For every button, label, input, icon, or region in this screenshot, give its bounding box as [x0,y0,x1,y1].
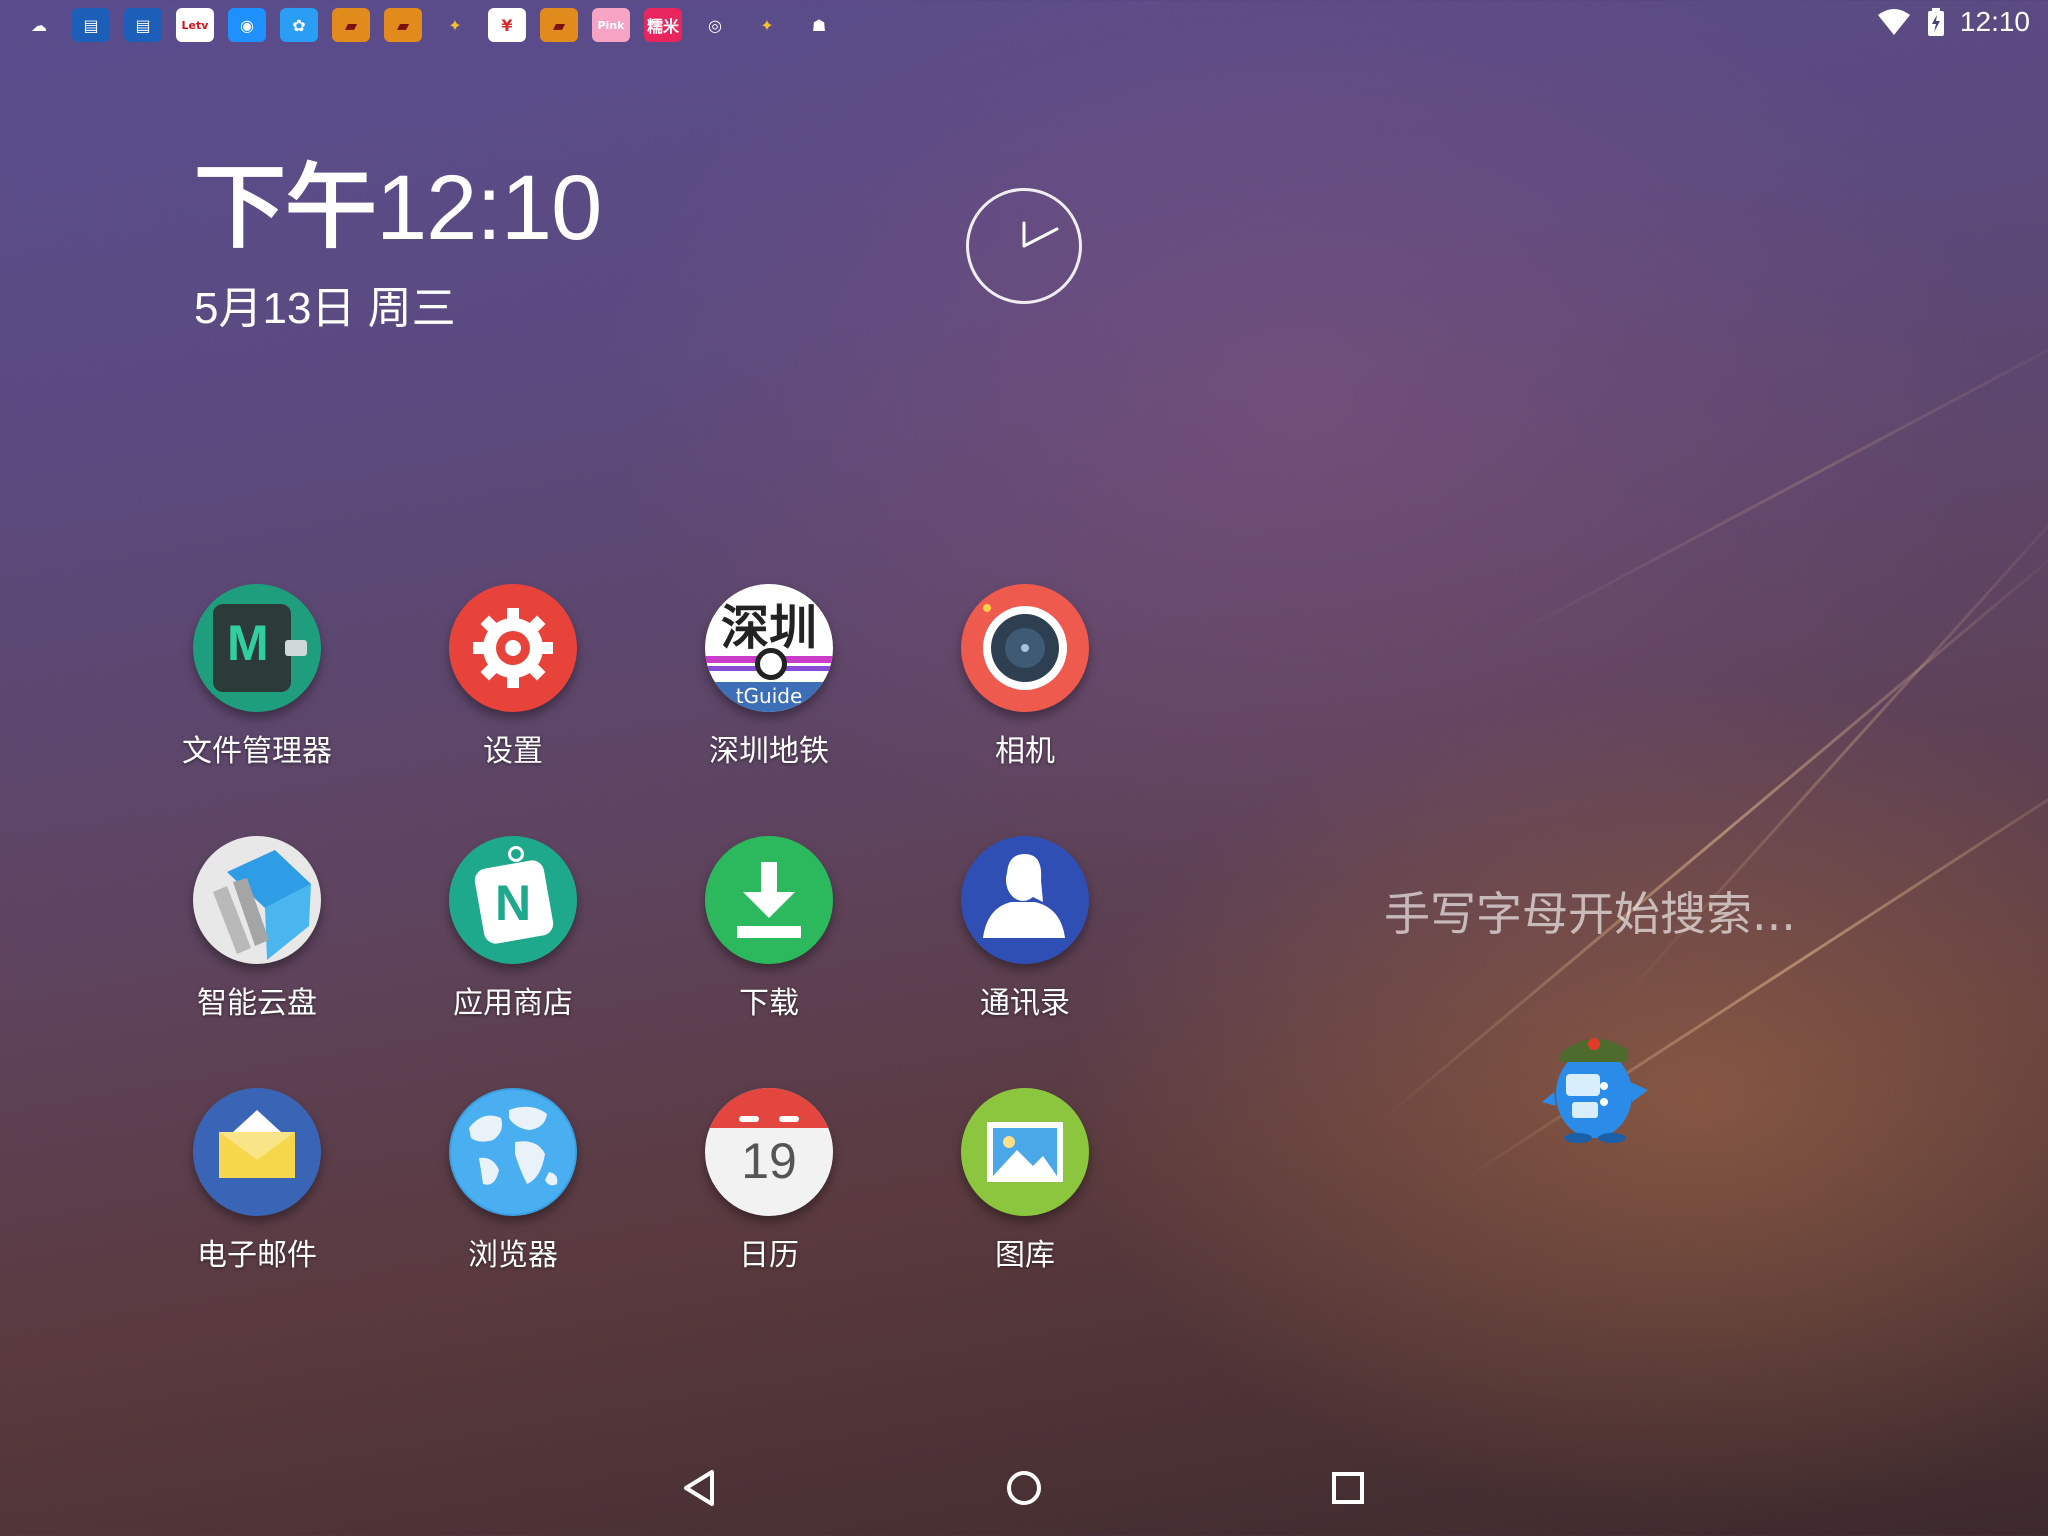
app-label: 图库 [995,1238,1055,1273]
app-shenzhen-metro[interactable]: 深圳 tGuide 深圳地铁 [659,584,879,770]
game-app-icon: ▰ [332,8,370,42]
app-label: 下载 [739,986,799,1021]
app-label: 设置 [483,734,543,769]
red-app-icon: 糯米 [644,8,682,42]
maps-pin-icon: ◉ [228,8,266,42]
wallpaper-streak [1499,311,2048,643]
handwriting-search-hint[interactable]: 手写字母开始搜索... [1384,878,1796,944]
android-icon: ☗ [811,15,827,35]
app-store[interactable]: N 应用商店 [403,836,623,1022]
shenzhen-metro-icon: 深圳 tGuide [705,584,833,712]
battery-charging-icon [1927,8,1944,36]
app-store-icon: N [449,836,577,964]
calendar-icon: 19 [705,1088,833,1216]
bird-logo-icon: ✦ [448,15,462,35]
app-download[interactable]: 下载 [659,836,879,1022]
app-file-manager[interactable]: M 文件管理器 [147,584,367,770]
app-store-icon: ✿ [280,8,318,42]
home-button[interactable] [994,1458,1054,1518]
app-store-icon-letter: N [494,875,532,931]
wallpaper-streak [1379,541,2048,1123]
status-time: 12:10 [1959,6,2030,37]
gallery-icon [961,1088,1089,1216]
app-gallery[interactable]: 图库 [915,1088,1135,1274]
settings-gear-icon [449,584,577,712]
app-label: 相机 [995,734,1055,769]
analog-clock-icon[interactable] [966,188,1082,304]
bird-logo-icon-2: ✦ [760,15,774,35]
clock-digits: 12:10 [376,157,602,259]
home-circle-icon [1007,1471,1041,1505]
status-bar: ☁ ▤ ▤ Letv ◉ ✿ ▰ ▰ ✦ ¥ ▰ Pink 糯米 ◎ ✦ ☗ 12:10 [0,0,2048,50]
camera-icon [961,584,1089,712]
navigation-bar [0,1440,2048,1536]
notification-icons: ☁ ▤ ▤ Letv ◉ ✿ ▰ ▰ ✦ ¥ ▰ Pink 糯米 ◎ ✦ ☗ [20,8,838,42]
app-label: 文件管理器 [182,734,332,769]
download-icon [705,836,833,964]
app-label: 电子邮件 [197,1238,317,1273]
game-app-icon-2: ▰ [384,8,422,42]
back-button[interactable] [670,1458,730,1518]
clock-time[interactable]: 下午12:10 [194,162,602,254]
location-search-icon: ◎ [708,15,722,35]
back-triangle-icon [684,1470,714,1506]
calendar-day-number: 19 [741,1133,797,1189]
cloud-drive-icon [193,836,321,964]
app-cloud-drive[interactable]: 智能云盘 [147,836,367,1022]
clock-date[interactable]: 5月13日 周三 [194,272,456,336]
weather-cloud-icon: ☁ [31,15,47,35]
app-label: 深圳地铁 [709,734,829,769]
status-right: 12:10 [1876,6,2030,38]
browser-globe-icon [449,1088,577,1216]
recents-square-icon [1332,1472,1364,1504]
wifi-icon [1877,9,1910,35]
file-manager-icon: M [193,584,321,712]
mascot-penguin-icon[interactable] [1534,1022,1654,1150]
app-browser[interactable]: 浏览器 [403,1088,623,1274]
recents-button[interactable] [1318,1458,1378,1518]
app-camera[interactable]: 相机 [915,584,1135,770]
app-label: 通讯录 [980,986,1070,1021]
app-settings[interactable]: 设置 [403,584,623,770]
app-calendar[interactable]: 19 日历 [659,1088,879,1274]
app-label: 智能云盘 [197,986,317,1021]
app-label: 日历 [739,1238,799,1273]
clock-ampm: 下午 [194,157,377,259]
app-contacts[interactable]: 通讯录 [915,836,1135,1022]
letv-app-icon: Letv [176,8,214,42]
app-label: 浏览器 [468,1238,558,1273]
email-icon [193,1088,321,1216]
game-app-icon-3: ▰ [540,8,578,42]
yuan-app-icon: ¥ [488,8,526,42]
app-email[interactable]: 电子邮件 [147,1088,367,1274]
metro-icon-subtext: tGuide [735,684,803,708]
app-label: 应用商店 [453,986,573,1021]
contacts-icon [961,836,1089,964]
pink-app-icon: Pink [592,8,630,42]
calendar-widget-icon-2: ▤ [124,8,162,42]
calendar-widget-icon: ▤ [72,8,110,42]
